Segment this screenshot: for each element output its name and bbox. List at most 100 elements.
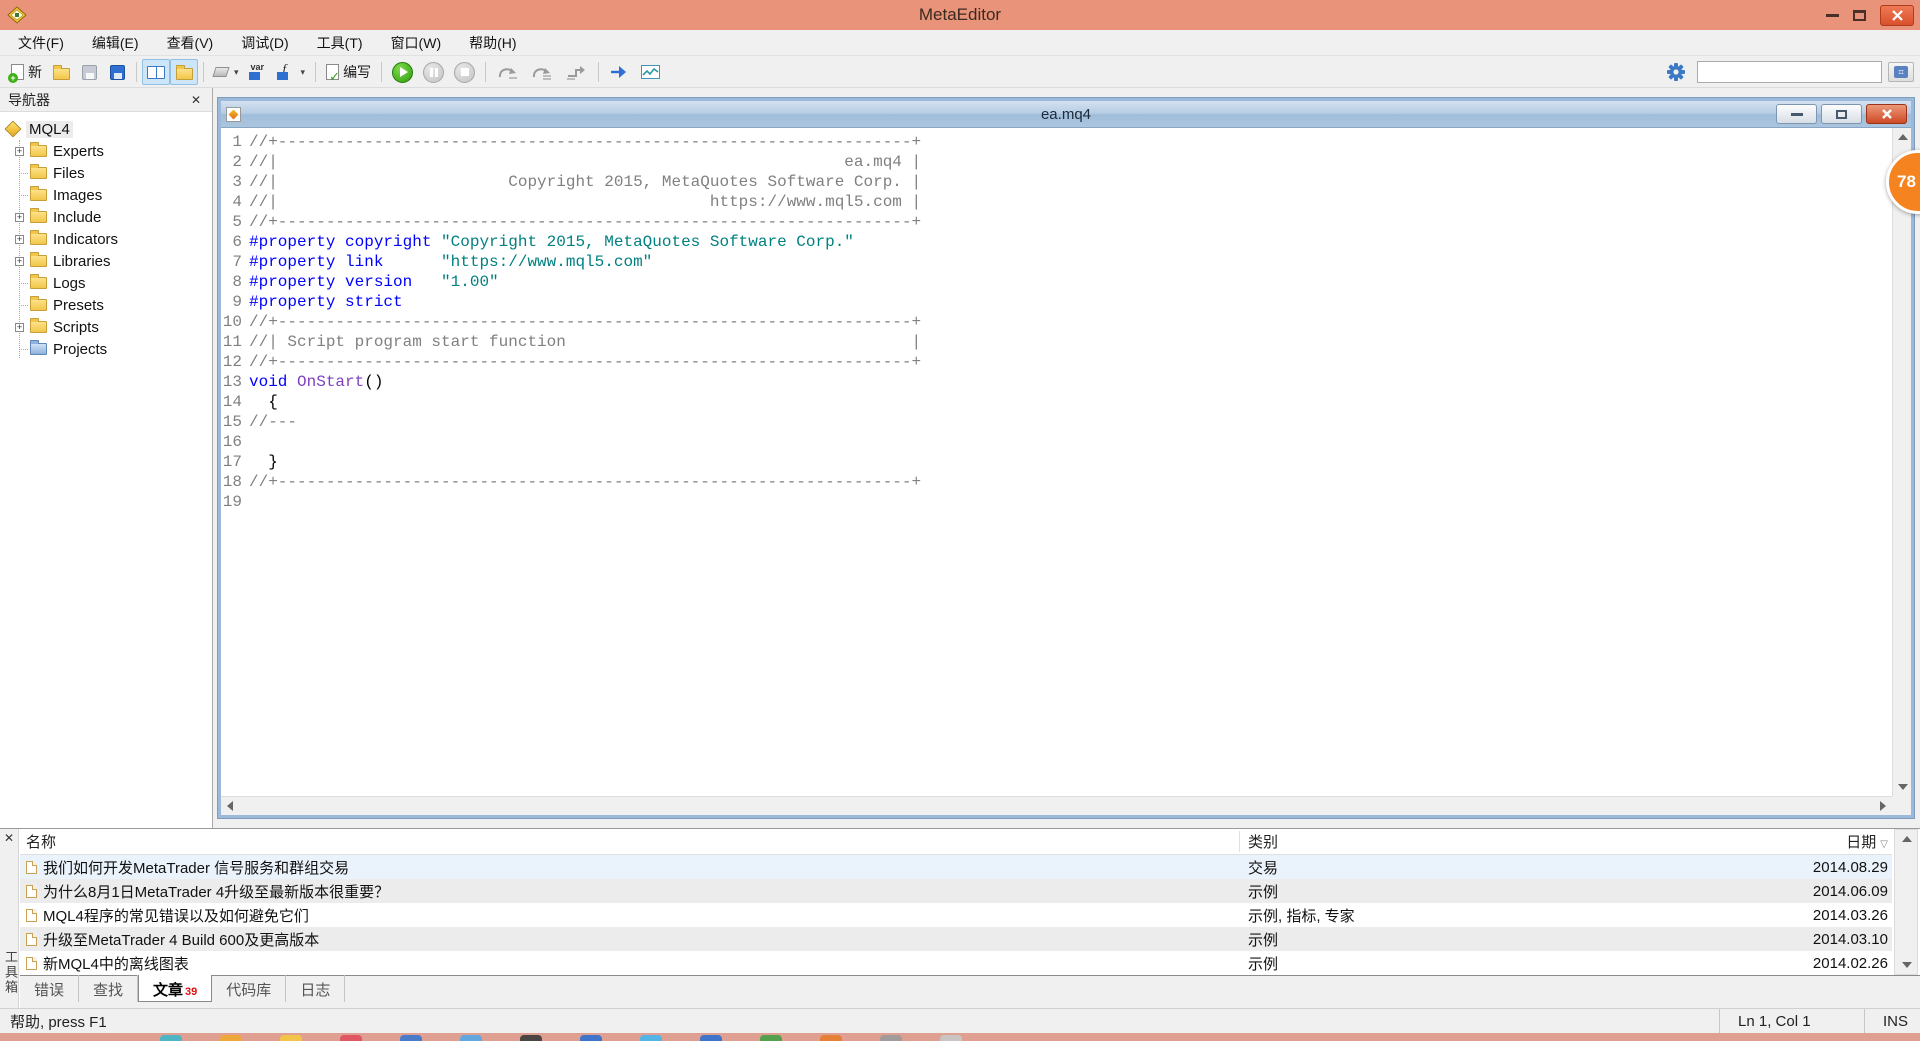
tree-item-presets[interactable]: Presets: [0, 294, 212, 316]
pause-button[interactable]: [418, 59, 449, 85]
menu-item-7[interactable]: 帮助(H): [455, 30, 530, 56]
taskbar-icon[interactable]: [940, 1035, 962, 1041]
tree-dash: [19, 195, 28, 196]
menu-item-5[interactable]: 工具(T): [303, 30, 377, 56]
menu-item-1[interactable]: 文件(F): [4, 30, 78, 56]
editor-horizontal-scrollbar[interactable]: [221, 796, 1892, 815]
taskbar-icon[interactable]: [460, 1035, 482, 1041]
tree-root-mql4[interactable]: MQL4: [0, 118, 212, 140]
article-name-cell: 新MQL4中的离线图表: [20, 953, 1240, 974]
column-header-name[interactable]: 名称: [20, 831, 1240, 852]
taskbar-icon[interactable]: [400, 1035, 422, 1041]
taskbar-icon[interactable]: [580, 1035, 602, 1041]
menu-item-6[interactable]: 窗口(W): [377, 30, 456, 56]
toolbox-side-strip: ✕ 工具箱: [0, 829, 19, 1009]
tab-错误[interactable]: 错误: [20, 975, 79, 1002]
column-header-date[interactable]: 日期▽: [1752, 831, 1892, 852]
code-area[interactable]: 1//+------------------------------------…: [221, 128, 1892, 796]
step-out-button[interactable]: [559, 59, 593, 85]
search-box: [1697, 61, 1882, 83]
virtual-keyboard-button[interactable]: ⌗: [1888, 62, 1914, 82]
editor-minimize-button[interactable]: [1776, 104, 1817, 124]
table-row[interactable]: 为什么8月1日MetaTrader 4升级至最新版本很重要？示例2014.06.…: [20, 879, 1892, 903]
menu-item-3[interactable]: 查看(V): [153, 30, 228, 56]
open-chart-button[interactable]: [636, 59, 665, 85]
minimize-icon[interactable]: [1826, 14, 1839, 17]
folder-icon: [30, 321, 47, 333]
continue-button[interactable]: [604, 59, 636, 85]
table-row[interactable]: 升级至MetaTrader 4 Build 600及更高版本示例2014.03.…: [20, 927, 1892, 951]
step-into-button[interactable]: [491, 59, 525, 85]
tree-item-indicators[interactable]: +Indicators: [0, 228, 212, 250]
new-file-button[interactable]: + 新: [6, 59, 47, 85]
save-button[interactable]: [75, 59, 103, 85]
expand-icon[interactable]: +: [15, 257, 24, 266]
scroll-down-icon[interactable]: [1902, 962, 1912, 968]
maximize-icon[interactable]: [1853, 10, 1866, 21]
step-over-button[interactable]: [525, 59, 559, 85]
navigator-toggle-button[interactable]: [142, 59, 170, 85]
toolbox-close-icon[interactable]: ✕: [0, 831, 18, 845]
close-icon: [1892, 10, 1903, 21]
table-row[interactable]: 新MQL4中的离线图表示例2014.02.26: [20, 951, 1892, 975]
taskbar-icon[interactable]: [640, 1035, 662, 1041]
add-variable-button[interactable]: var: [244, 59, 272, 85]
tree-item-experts[interactable]: +Experts: [0, 140, 212, 162]
tab-文章[interactable]: 文章39: [138, 975, 212, 1002]
editor-vertical-scrollbar[interactable]: [1892, 128, 1911, 796]
taskbar-icon[interactable]: [160, 1035, 182, 1041]
scroll-up-icon[interactable]: [1902, 836, 1912, 842]
settings-button[interactable]: [1661, 59, 1691, 85]
toolbox-toggle-button[interactable]: [170, 59, 198, 85]
taskbar-icon[interactable]: [220, 1035, 242, 1041]
tab-查找[interactable]: 查找: [79, 975, 138, 1002]
expand-icon[interactable]: +: [15, 147, 24, 156]
taskbar-icon[interactable]: [700, 1035, 722, 1041]
tree-item-logs[interactable]: Logs: [0, 272, 212, 294]
scroll-left-icon[interactable]: [227, 801, 233, 811]
table-row[interactable]: 我们如何开发MetaTrader 信号服务和群组交易交易2014.08.29: [20, 855, 1892, 879]
tree-item-scripts[interactable]: +Scripts: [0, 316, 212, 338]
tree-item-include[interactable]: +Include: [0, 206, 212, 228]
table-row[interactable]: MQL4程序的常见错误以及如何避免它们示例, 指标, 专家2014.03.26: [20, 903, 1892, 927]
taskbar-icon[interactable]: [760, 1035, 782, 1041]
close-button[interactable]: [1880, 5, 1914, 26]
taskbar-icon[interactable]: [280, 1035, 302, 1041]
scroll-down-icon[interactable]: [1898, 784, 1908, 790]
app-titlebar: MetaEditor: [0, 0, 1920, 30]
expand-icon[interactable]: +: [15, 323, 24, 332]
tree-item-files[interactable]: Files: [0, 162, 212, 184]
tree-item-libraries[interactable]: +Libraries: [0, 250, 212, 272]
scroll-right-icon[interactable]: [1880, 801, 1886, 811]
tree-item-images[interactable]: Images: [0, 184, 212, 206]
taskbar-icon[interactable]: [340, 1035, 362, 1041]
column-header-category[interactable]: 类别: [1240, 831, 1752, 852]
expand-icon[interactable]: +: [15, 235, 24, 244]
toolbox-scrollbar[interactable]: [1894, 829, 1918, 975]
run-button[interactable]: [387, 59, 418, 85]
tab-代码库[interactable]: 代码库: [212, 975, 286, 1002]
taskbar-icon[interactable]: [880, 1035, 902, 1041]
taskbar-icon[interactable]: [820, 1035, 842, 1041]
stop-button[interactable]: [449, 59, 480, 85]
tab-日志[interactable]: 日志: [286, 975, 345, 1002]
save-all-button[interactable]: [103, 59, 131, 85]
editor-window-titlebar[interactable]: ea.mq4: [221, 101, 1911, 128]
compile-button[interactable]: ✓ 编写: [321, 59, 376, 85]
expand-icon[interactable]: +: [15, 213, 24, 222]
open-button[interactable]: [47, 59, 75, 85]
navigator-close-icon[interactable]: ✕: [188, 93, 204, 107]
editor-maximize-button[interactable]: [1821, 104, 1862, 124]
menu-item-2[interactable]: 编辑(E): [78, 30, 153, 56]
tree-item-projects[interactable]: Projects: [0, 338, 212, 360]
article-category-cell: 示例: [1240, 953, 1752, 974]
menu-item-4[interactable]: 调试(D): [227, 30, 302, 56]
taskbar-icon[interactable]: [520, 1035, 542, 1041]
editor-close-button[interactable]: [1866, 104, 1907, 124]
scroll-up-icon[interactable]: [1898, 134, 1908, 140]
tree-item-label: Logs: [53, 275, 86, 292]
styler-button[interactable]: ▾: [209, 59, 244, 85]
windows-taskbar[interactable]: [0, 1033, 1920, 1041]
search-input[interactable]: [1698, 63, 1882, 81]
insert-function-button[interactable]: f▾: [272, 59, 311, 85]
